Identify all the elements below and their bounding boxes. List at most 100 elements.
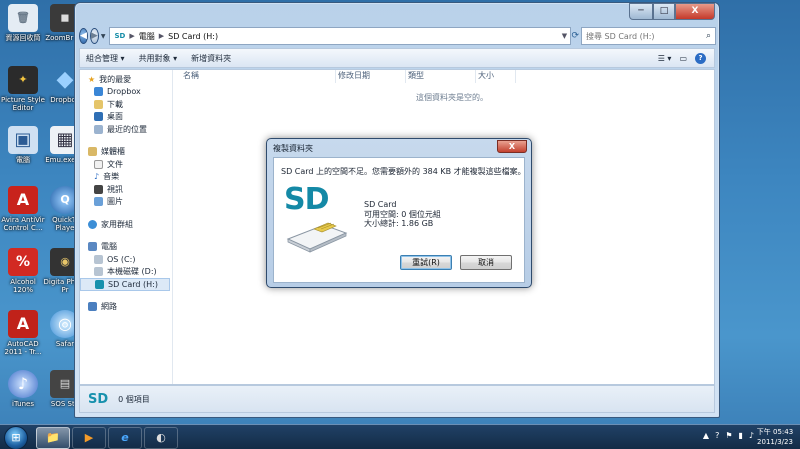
nav-favorites[interactable]: ★ 我的最愛: [80, 73, 172, 86]
back-button[interactable]: ◀: [79, 28, 88, 44]
nav-recent-places[interactable]: 最近的位置: [80, 123, 172, 136]
breadcrumb-sd-card[interactable]: SD Card (H:): [168, 32, 218, 41]
recycle-bin-icon: 🗑: [8, 4, 38, 32]
column-headers: 名稱 修改日期 類型 大小: [173, 70, 714, 83]
organize-menu[interactable]: 組合管理 ▾: [86, 53, 125, 64]
breadcrumb-separator-icon: ▶: [158, 32, 165, 40]
nav-computer[interactable]: 電腦: [80, 241, 172, 254]
help-tray-icon[interactable]: ?: [715, 431, 719, 440]
picture-style-icon: ✦: [8, 66, 38, 94]
desktop-icon-autocad[interactable]: A AutoCAD 2011 - Tr...: [0, 310, 46, 356]
column-date-modified[interactable]: 修改日期: [336, 70, 406, 83]
desktop-icon-label: 資源回收筒: [5, 34, 41, 42]
nav-pictures[interactable]: 圖片: [80, 196, 172, 209]
empty-folder-message: 這個資料夾是空的。: [416, 93, 488, 102]
nav-drive-c[interactable]: OS (C:): [80, 253, 172, 266]
search-box[interactable]: ⌕: [581, 27, 717, 45]
nav-label: 我的最愛: [99, 74, 132, 84]
maximize-button[interactable]: □: [653, 3, 675, 20]
dialog-title: 複製資料夾: [273, 144, 313, 153]
search-input[interactable]: [586, 31, 707, 41]
nav-music[interactable]: ♪ 音樂: [80, 171, 172, 184]
nav-label: OS (C:): [107, 254, 136, 264]
dropbox-folder-icon: [94, 87, 103, 97]
forward-button[interactable]: ▶: [89, 28, 99, 44]
dialog-buttons: 重試(R) 取消: [400, 255, 512, 270]
system-tray: ▲ ? ⚑ ▮ ♪: [703, 431, 754, 440]
taskbar-media-player-button[interactable]: ▶: [72, 427, 106, 449]
network-tray-icon[interactable]: ▮: [738, 431, 742, 440]
windows-logo-icon: ⊞: [11, 431, 21, 444]
taskbar-explorer-button[interactable]: 📁: [36, 427, 70, 449]
nav-desktop[interactable]: 桌面: [80, 111, 172, 124]
nav-documents[interactable]: 文件: [80, 158, 172, 171]
breadcrumb-separator-icon: ▶: [129, 32, 135, 40]
new-folder-button[interactable]: 新增資料夾: [191, 53, 231, 64]
item-count: 0 個項目: [118, 394, 150, 404]
homegroup-icon: [88, 219, 97, 229]
breadcrumb-computer[interactable]: 電腦: [139, 31, 155, 42]
search-icon[interactable]: ⌕: [706, 31, 711, 41]
nav-videos[interactable]: 視訊: [80, 183, 172, 196]
clock[interactable]: 下午 05:43 2011/3/23: [754, 427, 796, 447]
forward-arrow-icon: ▶: [90, 31, 98, 41]
nav-drive-h[interactable]: SD Card (H:): [80, 278, 170, 291]
nav-libraries[interactable]: 媒體櫃: [80, 146, 172, 159]
autocad-icon: A: [8, 310, 38, 338]
drive-info: SD Card 可用空間: 0 個位元組 大小總計: 1.86 GB: [364, 200, 441, 229]
nav-homegroup[interactable]: 家用群組: [80, 218, 172, 231]
show-hidden-icons-icon[interactable]: ▲: [703, 431, 709, 440]
desktop-icon-picture-style[interactable]: ✦ Picture Style Editor: [0, 66, 46, 112]
share-with-menu[interactable]: 共用對象 ▾: [139, 53, 178, 64]
address-dropdown-icon[interactable]: ▼: [558, 32, 570, 40]
app-icon: ◐: [156, 431, 166, 444]
preview-pane-icon[interactable]: ▭: [679, 54, 687, 63]
desktop-icon-label: Avira AntiVir Control C...: [1, 216, 45, 232]
back-arrow-icon: ◀: [80, 31, 87, 41]
local-disk-icon: [94, 267, 103, 277]
nav-label: 網路: [101, 302, 117, 312]
close-button[interactable]: X: [675, 3, 715, 20]
cancel-button[interactable]: 取消: [460, 255, 512, 270]
desktop-icon-label: Alcohol 120%: [10, 278, 36, 294]
taskbar-app-button[interactable]: ◐: [144, 427, 178, 449]
action-center-icon[interactable]: ⚑: [725, 431, 732, 440]
desktop-icon-itunes[interactable]: ♪ iTunes: [0, 370, 46, 408]
view-options-icon[interactable]: ☰ ▾: [658, 54, 672, 63]
nav-drive-d[interactable]: 本機磁碟 (D:): [80, 266, 172, 279]
nav-label: 電腦: [101, 242, 117, 252]
desktop-icon-label: 電腦: [16, 156, 30, 164]
column-name[interactable]: 名稱: [181, 70, 336, 83]
desktop-folder-icon: [94, 112, 103, 122]
clock-date: 2011/3/23: [757, 438, 793, 446]
column-size[interactable]: 大小: [476, 70, 516, 83]
dialog-close-button[interactable]: X: [497, 140, 527, 153]
sd-drive-icon: SD: [114, 32, 126, 40]
desktop-icon-avira[interactable]: A Avira AntiVir Control C...: [0, 186, 46, 232]
nav-label: 家用群組: [101, 219, 133, 229]
nav-network[interactable]: 網路: [80, 301, 172, 314]
retry-button[interactable]: 重試(R): [400, 255, 452, 270]
column-type[interactable]: 類型: [406, 70, 476, 83]
window-caption-buttons: ─ □ X: [629, 3, 715, 20]
nav-label: 最近的位置: [107, 124, 147, 134]
navigation-pane: ★ 我的最愛 Dropbox 下載 桌面 最近的位置 媒體櫃 文件 ♪ 音樂 視…: [80, 70, 173, 384]
help-icon[interactable]: ?: [695, 52, 706, 64]
desktop-icon-recycle-bin[interactable]: 🗑 資源回收筒: [0, 4, 46, 42]
network-icon: [88, 302, 97, 312]
desktop-icon-alcohol[interactable]: % Alcohol 120%: [0, 248, 46, 294]
desktop-icon-computer[interactable]: ▣ 電腦: [0, 126, 46, 164]
nav-downloads[interactable]: 下載: [80, 98, 172, 111]
nav-dropbox[interactable]: Dropbox: [80, 86, 172, 99]
address-bar[interactable]: SD ▶ 電腦 ▶ SD Card (H:) ▼: [109, 27, 572, 45]
computer-icon: [88, 242, 97, 252]
recent-pages-dropdown[interactable]: ▼: [101, 33, 106, 40]
start-button[interactable]: ⊞: [4, 426, 28, 449]
sd-card-image: SD: [284, 182, 350, 253]
downloads-folder-icon: [94, 99, 103, 109]
refresh-button[interactable]: ⟳: [571, 31, 579, 41]
taskbar-ie-button[interactable]: e: [108, 427, 142, 449]
minimize-button[interactable]: ─: [629, 3, 653, 20]
